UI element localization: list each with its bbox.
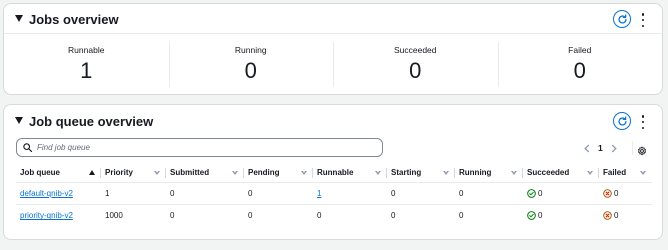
- cell-starting: 0: [391, 211, 396, 221]
- column-header-running[interactable]: Running: [455, 163, 523, 183]
- cell-runnable: 0: [317, 211, 322, 221]
- job-queue-table: Job queue Priority Submitted Pending Run…: [16, 163, 652, 227]
- stat-label: Failed: [568, 45, 592, 55]
- column-header-pending[interactable]: Pending: [244, 163, 313, 183]
- cell-running: 0: [459, 211, 464, 221]
- column-header-label: Runnable: [317, 168, 354, 177]
- cell-job-queue: priority-qnib-v2: [16, 205, 101, 227]
- gear-icon[interactable]: [637, 143, 647, 161]
- column-header-runnable[interactable]: Runnable: [313, 163, 387, 183]
- pagination: 1: [582, 141, 619, 155]
- cell-job-queue: default-qnib-v2: [16, 182, 101, 205]
- sort-icon[interactable]: [232, 170, 238, 175]
- check-circle-icon: [527, 211, 536, 221]
- search-icon: [23, 143, 32, 152]
- column-header-label: Failed: [603, 168, 627, 177]
- refresh-icon: [618, 115, 627, 126]
- cell-succeeded: 0: [523, 205, 599, 227]
- stat-label: Running: [234, 45, 267, 55]
- stat-value: 1: [80, 58, 93, 83]
- sort-icon[interactable]: [154, 170, 160, 175]
- more-actions-kebab-icon[interactable]: [640, 115, 646, 129]
- pager-divider: [632, 141, 633, 155]
- cell-priority: 1000: [105, 211, 123, 221]
- search-box[interactable]: [16, 138, 383, 157]
- job-queue-link[interactable]: default-qnib-v2: [20, 189, 73, 198]
- cell-submitted: 0: [166, 182, 244, 205]
- table-header-row: Job queue Priority Submitted Pending Run…: [16, 163, 652, 183]
- column-header-label: Submitted: [170, 168, 210, 177]
- table-row: priority-qnib-v2 1000 0 0 0 0 0 0 0: [16, 205, 652, 227]
- cell-failed: 0: [599, 205, 652, 227]
- succeeded-count: 0: [538, 211, 543, 221]
- job-queue-overview-panel: Job queue overview 1: [3, 104, 663, 240]
- sort-icon[interactable]: [587, 170, 593, 175]
- column-header-job-queue[interactable]: Job queue: [16, 163, 101, 183]
- column-header-submitted[interactable]: Submitted: [166, 163, 244, 183]
- stat-running: Running 0: [168, 34, 334, 95]
- cell-pending: 0: [244, 182, 313, 205]
- jobs-overview-title: Jobs overview: [29, 12, 119, 27]
- check-circle-icon: [527, 189, 536, 198]
- cell-priority: 1: [101, 182, 166, 205]
- cell-succeeded: 0: [523, 182, 599, 205]
- jobs-overview-header: Jobs overview: [4, 4, 662, 34]
- stat-runnable: Runnable 1: [4, 34, 169, 95]
- job-queue-overview-title: Job queue overview: [29, 114, 154, 129]
- column-header-label: Priority: [105, 168, 134, 177]
- column-header-priority[interactable]: Priority: [101, 163, 166, 183]
- search-input[interactable]: [37, 143, 367, 152]
- stat-value: 0: [573, 58, 586, 83]
- sort-icon[interactable]: [443, 170, 449, 175]
- x-circle-icon: [603, 189, 612, 198]
- column-header-succeeded[interactable]: Succeeded: [523, 163, 599, 183]
- sort-icon[interactable]: [511, 170, 517, 175]
- column-header-label: Pending: [248, 168, 280, 177]
- collapse-caret-icon[interactable]: [15, 117, 23, 124]
- sort-icon[interactable]: [301, 170, 307, 175]
- sort-icon[interactable]: [375, 170, 381, 175]
- succeeded-count: 0: [538, 189, 543, 198]
- x-circle-icon: [603, 211, 612, 221]
- page-number[interactable]: 1: [598, 143, 603, 153]
- stat-value: 0: [409, 58, 422, 83]
- column-header-label: Running: [459, 168, 492, 177]
- cell-running: 0: [455, 182, 523, 205]
- column-header-label: Starting: [391, 168, 422, 177]
- stat-label: Runnable: [68, 45, 105, 55]
- refresh-button[interactable]: [613, 10, 631, 28]
- cell-starting: 0: [387, 182, 455, 205]
- column-header-label: Succeeded: [527, 168, 570, 177]
- column-header-failed[interactable]: Failed: [599, 163, 652, 183]
- more-actions-kebab-icon[interactable]: [640, 13, 646, 27]
- collapse-caret-icon[interactable]: [15, 15, 23, 22]
- column-header-starting[interactable]: Starting: [387, 163, 455, 183]
- cell-pending: 0: [248, 211, 253, 221]
- cell-failed: 0: [599, 182, 652, 205]
- stat-succeeded: Succeeded 0: [333, 34, 498, 95]
- next-page-chevron-icon[interactable]: [609, 141, 619, 155]
- failed-count: 0: [614, 211, 619, 221]
- refresh-button[interactable]: [613, 112, 631, 130]
- jobs-stats: Runnable 1 Running 0 Succeeded 0 Failed …: [4, 33, 662, 95]
- previous-page-chevron-icon[interactable]: [582, 141, 592, 155]
- runnable-count-link[interactable]: 1: [317, 189, 321, 198]
- sort-icon[interactable]: [640, 170, 646, 175]
- cell-runnable: 1: [313, 182, 387, 205]
- cell-submitted: 0: [170, 211, 175, 221]
- refresh-icon: [618, 13, 627, 24]
- column-header-label: Job queue: [20, 168, 61, 177]
- table-row: default-qnib-v2 1 0 0 1 0 0 0 0: [16, 182, 652, 205]
- failed-count: 0: [614, 189, 619, 198]
- sort-ascending-icon[interactable]: [89, 170, 95, 175]
- job-queue-link[interactable]: priority-qnib-v2: [20, 211, 73, 220]
- stat-label: Succeeded: [393, 45, 437, 55]
- jobs-overview-panel: Jobs overview Runnable 1 Running 0 Succe…: [3, 3, 663, 95]
- stat-failed: Failed 0: [497, 34, 663, 95]
- stat-value: 0: [244, 58, 257, 83]
